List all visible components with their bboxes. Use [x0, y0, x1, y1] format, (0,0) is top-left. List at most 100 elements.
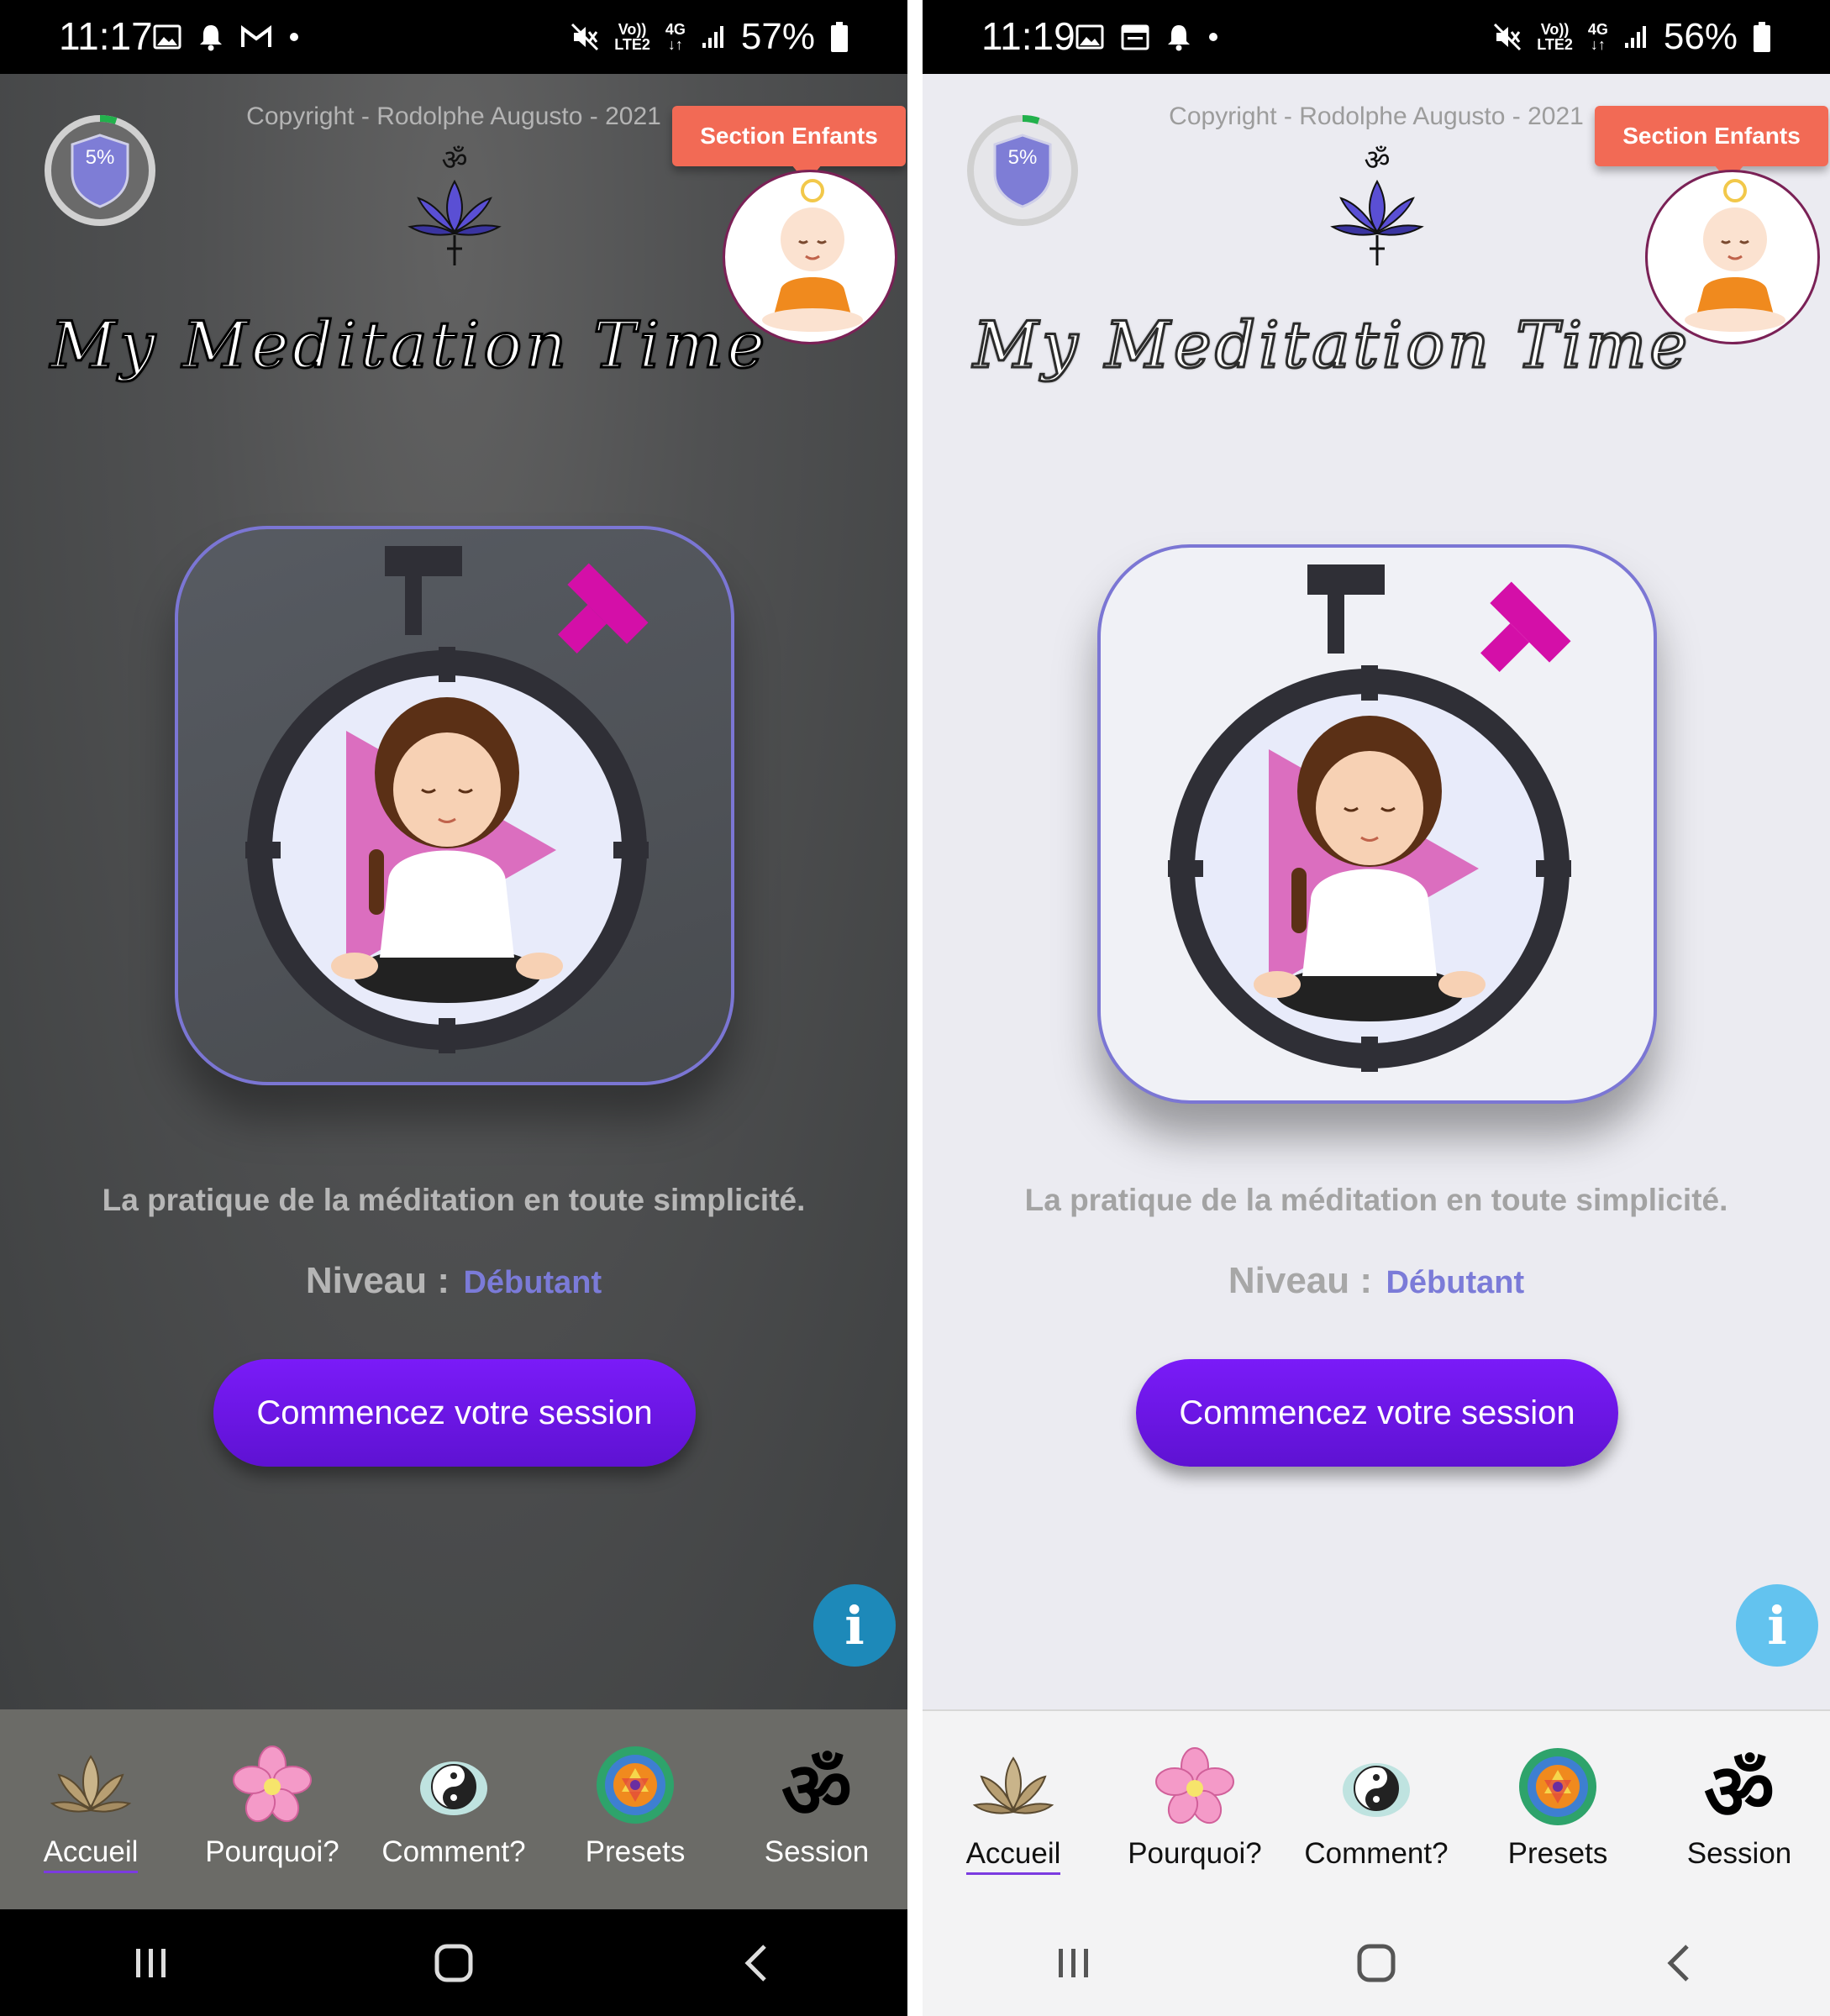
info-button[interactable]: i [813, 1584, 896, 1667]
timer-hero-image[interactable] [1097, 544, 1657, 1104]
notification-icons [1075, 18, 1218, 55]
yin-yang-icon [1343, 1763, 1410, 1817]
dot-icon [1209, 33, 1217, 41]
tab-accueil[interactable]: Accueil [7, 1709, 175, 1909]
tab-session[interactable]: ॐ Session [733, 1709, 901, 1909]
info-icon: i [1767, 1594, 1787, 1656]
bottom-tab-bar: Accueil Pourquoi? Comment? Presets ॐ Ses… [923, 1709, 1830, 1909]
progress-badge[interactable]: 5% [44, 114, 156, 227]
start-session-button[interactable]: Commencez votre session [1136, 1359, 1618, 1467]
tab-label: Pourquoi? [205, 1835, 339, 1868]
om-icon: ॐ [1704, 1747, 1775, 1830]
home-screen: Copyright - Rodolphe Augusto - 2021 5% ॐ… [0, 74, 907, 1709]
recents-icon [136, 1948, 166, 1977]
back-icon [1667, 1944, 1689, 1982]
bell-icon [1168, 25, 1190, 51]
section-enfants-button[interactable]: Section Enfants [672, 106, 906, 166]
mute-icon [571, 23, 599, 51]
phone-screenshot-dark: 11:17 Vo)) LTE2 4G ↓↑ 57% Copyright - Rodo… [0, 0, 907, 2016]
volte-indicator: Vo)) LTE2 [1537, 21, 1573, 53]
home-icon [434, 1944, 473, 1982]
timer-hero-image[interactable] [175, 526, 734, 1085]
tab-comment[interactable]: Comment? [1292, 1711, 1460, 1911]
system-nav-bar [0, 1909, 907, 2016]
level-value[interactable]: Débutant [1386, 1265, 1524, 1300]
recents-button[interactable] [101, 1929, 202, 1997]
level-label: Niveau : [305, 1260, 450, 1301]
recents-icon [1059, 1948, 1088, 1977]
phone-screenshot-light: 11:19 Vo)) LTE2 4G ↓↑ 56% Copyright - Rodo… [923, 0, 1830, 2016]
om-lotus-logo: ॐ [408, 144, 502, 265]
progress-badge[interactable]: 5% [966, 114, 1079, 227]
status-time: 11:19 [981, 14, 1075, 58]
tab-comment[interactable]: Comment? [370, 1709, 538, 1909]
tab-pourquoi[interactable]: Pourquoi? [188, 1709, 356, 1909]
back-button[interactable] [1628, 1929, 1729, 1997]
system-icons: Vo)) LTE2 4G ↓↑ 57% [571, 13, 849, 60]
app-title: My Meditation Time [50, 307, 769, 384]
section-enfants-button[interactable]: Section Enfants [1595, 106, 1828, 166]
level-row: Niveau : Débutant [923, 1260, 1830, 1302]
bottom-tab-bar: Accueil Pourquoi? Comment? Presets ॐ Ses… [0, 1709, 907, 1909]
tab-label: Accueil [43, 1835, 139, 1873]
flower-icon [233, 1746, 312, 1823]
lotus-icon [972, 1756, 1054, 1814]
system-icons: Vo)) LTE2 4G ↓↑ 56% [1493, 13, 1771, 60]
tab-label: Comment? [381, 1835, 526, 1868]
volte-indicator: Vo)) LTE2 [614, 21, 650, 53]
svg-text:ॐ: ॐ [1364, 144, 1390, 177]
tab-pourquoi[interactable]: Pourquoi? [1111, 1711, 1279, 1911]
home-icon [1357, 1944, 1396, 1982]
mute-icon [1494, 23, 1522, 51]
back-button[interactable] [706, 1929, 807, 1997]
system-nav-bar [923, 1909, 1830, 2016]
tab-accueil[interactable]: Accueil [929, 1711, 1097, 1911]
svg-text:ॐ: ॐ [781, 1746, 852, 1829]
tab-label: Session [764, 1835, 870, 1868]
signal-icon [702, 26, 723, 48]
home-button[interactable] [1326, 1929, 1427, 1997]
level-label: Niveau : [1228, 1260, 1373, 1301]
status-bar: 11:19 Vo)) LTE2 4G ↓↑ 56% [923, 0, 1830, 74]
status-bar: 11:17 Vo)) LTE2 4G ↓↑ 57% [0, 0, 907, 74]
om-lotus-logo: ॐ [1330, 144, 1424, 265]
battery-icon [1754, 22, 1770, 52]
status-time: 11:17 [59, 14, 153, 58]
info-button[interactable]: i [1736, 1584, 1818, 1667]
tab-presets[interactable]: Presets [1474, 1711, 1642, 1911]
calendar-icon [1121, 24, 1149, 50]
tab-label: Presets [1507, 1837, 1608, 1870]
battery-percent: 56% [1663, 16, 1738, 57]
shield-progress-icon [45, 115, 155, 226]
gallery-icon [153, 24, 181, 50]
progress-percent: 5% [1007, 146, 1038, 169]
tab-label: Accueil [965, 1837, 1061, 1875]
battery-icon [831, 22, 848, 52]
home-screen: Copyright - Rodolphe Augusto - 2021 5% ॐ… [923, 74, 1830, 1709]
tab-label: Comment? [1304, 1837, 1449, 1870]
progress-percent: 5% [85, 146, 115, 169]
gmail-icon [241, 25, 271, 47]
app-title: My Meditation Time [972, 307, 1691, 384]
yin-yang-icon [420, 1761, 487, 1815]
level-value[interactable]: Débutant [463, 1265, 602, 1300]
notification-icons [153, 18, 299, 55]
tab-session[interactable]: ॐ Session [1655, 1711, 1823, 1911]
dot-icon [290, 33, 298, 41]
tab-label: Pourquoi? [1128, 1837, 1262, 1870]
recents-button[interactable] [1023, 1929, 1124, 1997]
level-row: Niveau : Débutant [0, 1260, 907, 1302]
tagline: La pratique de la méditation en toute si… [1024, 1183, 1728, 1217]
tab-presets[interactable]: Presets [551, 1709, 719, 1909]
meditation-timer-icon [1168, 564, 1571, 1072]
flower-icon [1155, 1747, 1234, 1824]
meditation-timer-icon [245, 546, 649, 1053]
svg-text:ॐ: ॐ [1704, 1747, 1775, 1830]
mandala-icon [1519, 1748, 1596, 1825]
home-button[interactable] [403, 1929, 504, 1997]
info-icon: i [844, 1594, 865, 1656]
start-session-button[interactable]: Commencez votre session [213, 1359, 696, 1467]
tab-label: Presets [585, 1835, 686, 1868]
signal-icon [1624, 26, 1646, 48]
back-icon [744, 1944, 766, 1982]
